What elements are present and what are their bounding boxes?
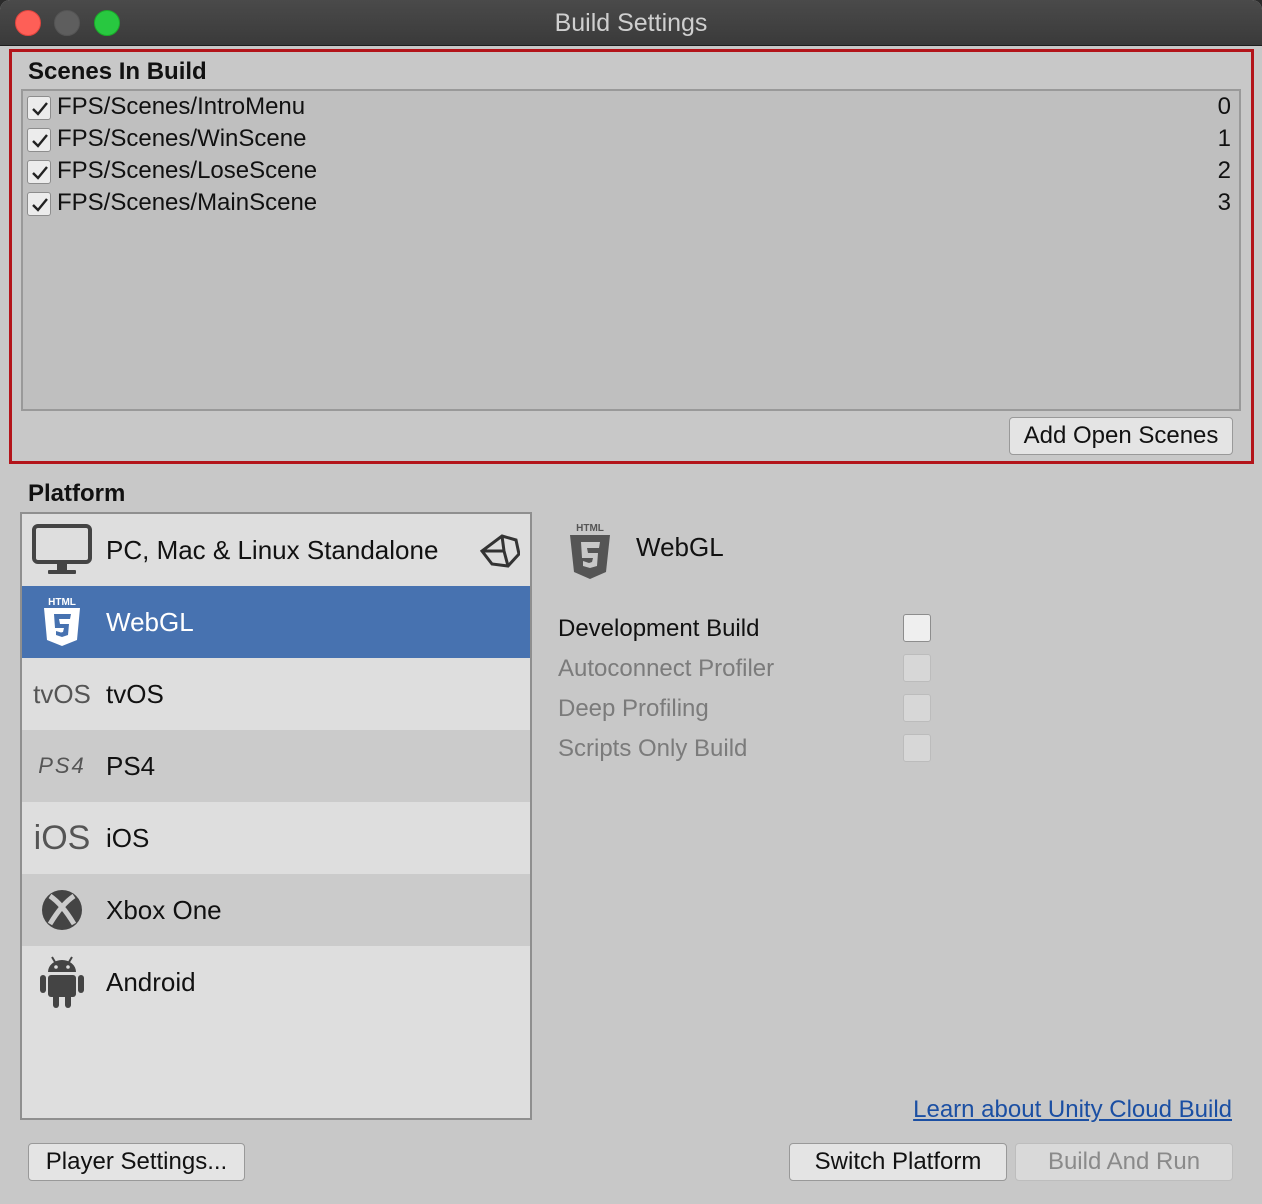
platform-item-android[interactable]: Android (22, 946, 530, 1018)
platform-item-standalone[interactable]: PC, Mac & Linux Standalone (22, 514, 530, 586)
scene-name: FPS/Scenes/WinScene (57, 125, 307, 152)
ps4-icon: PS4 (38, 753, 86, 778)
unity-active-platform-icon (480, 534, 520, 568)
checkmark-icon (32, 102, 48, 116)
svg-text:HTML: HTML (576, 523, 604, 534)
add-open-scenes-button[interactable]: Add Open Scenes (1009, 417, 1233, 455)
scene-include-checkbox[interactable] (27, 192, 51, 216)
platform-item-xbox-one[interactable]: Xbox One (22, 874, 530, 946)
platform-item-ps4[interactable]: PS4 PS4 (22, 730, 530, 802)
platform-label: iOS (106, 823, 150, 853)
platform-label: Android (106, 967, 196, 997)
platform-label: WebGL (106, 607, 194, 637)
scene-index: 1 (1217, 125, 1231, 152)
monitor-icon (32, 524, 92, 574)
scene-index: 2 (1217, 157, 1231, 184)
selected-platform-name: WebGL (636, 532, 724, 562)
scene-index: 3 (1217, 189, 1231, 216)
platform-label: PC, Mac & Linux Standalone (106, 535, 439, 565)
platform-item-tvos[interactable]: tvOS tvOS (22, 658, 530, 730)
platform-label: PS4 (106, 751, 156, 781)
scene-row[interactable]: FPS/Scenes/WinScene 1 (23, 123, 1239, 155)
scene-row[interactable]: FPS/Scenes/MainScene 3 (23, 187, 1239, 219)
autoconnect-profiler-checkbox[interactable] (903, 654, 931, 682)
scene-include-checkbox[interactable] (27, 96, 51, 120)
deep-profiling-checkbox[interactable] (903, 694, 931, 722)
scene-index: 0 (1217, 93, 1231, 120)
title-bar[interactable]: Build Settings (0, 0, 1262, 46)
unity-cloud-build-link[interactable]: Learn about Unity Cloud Build (913, 1096, 1232, 1124)
scripts-only-build-label: Scripts Only Build (558, 735, 748, 762)
scene-row[interactable]: FPS/Scenes/IntroMenu 0 (23, 91, 1239, 123)
checkmark-icon (32, 134, 48, 148)
android-icon (40, 956, 84, 1008)
scenes-in-build-panel: Scenes In Build FPS/Scenes/IntroMenu 0 F… (9, 49, 1254, 464)
scenes-in-build-title: Scenes In Build (28, 58, 207, 85)
checkmark-icon (32, 198, 48, 212)
development-build-checkbox[interactable] (903, 614, 931, 642)
platform-list[interactable]: PC, Mac & Linux Standalone HTML WebGL tv… (20, 512, 532, 1120)
build-and-run-button[interactable]: Build And Run (1015, 1143, 1233, 1181)
scene-list[interactable]: FPS/Scenes/IntroMenu 0 FPS/Scenes/WinSce… (21, 89, 1241, 411)
development-build-label: Development Build (558, 615, 760, 642)
checkmark-icon (32, 166, 48, 180)
scene-include-checkbox[interactable] (27, 128, 51, 152)
platform-label: tvOS (106, 679, 164, 709)
platform-item-ios[interactable]: iOS iOS (22, 802, 530, 874)
xbox-icon (42, 890, 82, 930)
platform-title: Platform (28, 480, 126, 507)
platform-item-webgl[interactable]: HTML WebGL (22, 586, 530, 658)
scene-name: FPS/Scenes/MainScene (57, 189, 318, 216)
switch-platform-button[interactable]: Switch Platform (789, 1143, 1007, 1181)
platform-label: Xbox One (106, 895, 222, 925)
player-settings-button[interactable]: Player Settings... (28, 1143, 245, 1181)
deep-profiling-label: Deep Profiling (558, 695, 709, 722)
scene-row[interactable]: FPS/Scenes/LoseScene 2 (23, 155, 1239, 187)
scripts-only-build-checkbox[interactable] (903, 734, 931, 762)
html5-icon: HTML (570, 523, 610, 579)
scene-name: FPS/Scenes/IntroMenu (57, 93, 306, 120)
html5-icon: HTML (44, 597, 80, 646)
build-settings-window: Build Settings Scenes In Build FPS/Scene… (0, 0, 1262, 1204)
tvos-icon: tvOS (33, 679, 91, 709)
scene-name: FPS/Scenes/LoseScene (57, 157, 318, 184)
window-title: Build Settings (554, 9, 708, 37)
ios-icon: iOS (33, 819, 91, 857)
svg-text:HTML: HTML (48, 597, 76, 608)
autoconnect-profiler-label: Autoconnect Profiler (558, 655, 775, 682)
scene-include-checkbox[interactable] (27, 160, 51, 184)
